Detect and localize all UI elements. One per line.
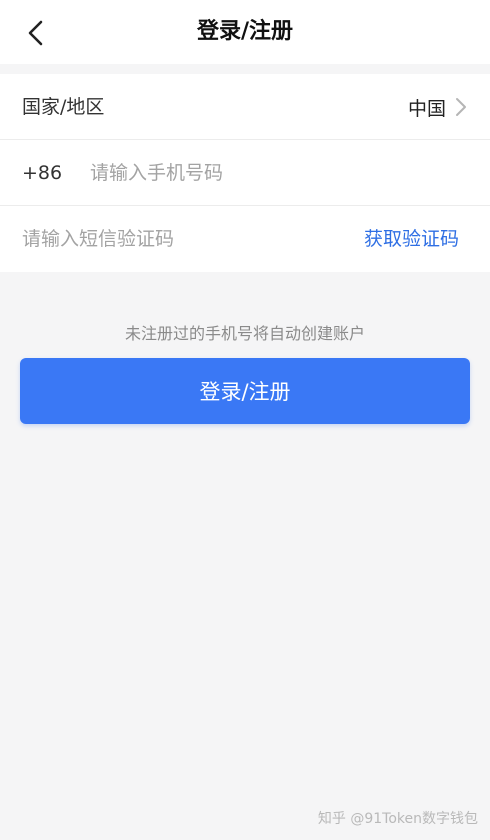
watermark: 知乎 @91Token数字钱包 (317, 811, 478, 827)
login-register-button[interactable]: 登录/注册 (20, 358, 470, 424)
sms-code-row: 获取验证码 (0, 206, 490, 272)
header-bar: 登录/注册 (0, 0, 490, 64)
sms-code-input[interactable] (22, 222, 322, 256)
get-code-button[interactable]: 获取验证码 (364, 206, 459, 272)
country-value: 中国 (407, 97, 446, 120)
chevron-left-icon (28, 20, 43, 46)
back-button[interactable] (16, 14, 56, 52)
country-label: 国家/地区 (22, 96, 105, 118)
login-form: 国家/地区 中国 +86 获取验证码 (0, 74, 490, 272)
phone-input[interactable] (90, 156, 460, 190)
phone-prefix[interactable]: +86 (22, 140, 62, 206)
phone-row: +86 (0, 140, 490, 206)
chevron-right-icon (456, 98, 466, 116)
auto-register-hint: 未注册过的手机号将自动创建账户 (124, 324, 365, 343)
page-title: 登录/注册 (196, 19, 294, 44)
login-register-page: 登录/注册 国家/地区 中国 +86 获取验证码 未注册过的手机号将自动创建账户… (0, 0, 490, 840)
country-selector[interactable]: 中国 (408, 74, 468, 140)
country-row[interactable]: 国家/地区 中国 (0, 74, 490, 140)
